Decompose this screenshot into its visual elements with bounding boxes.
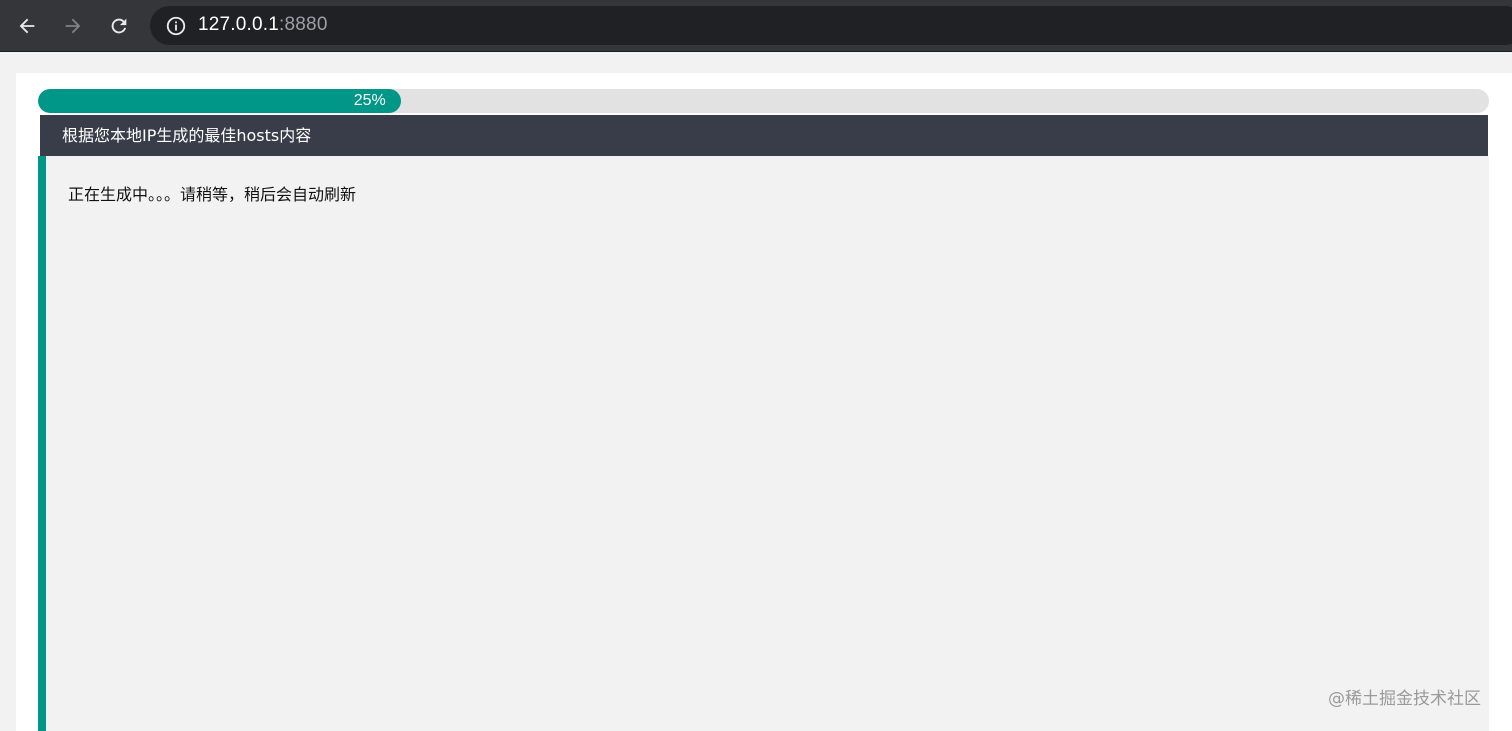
- page-content: 25% 根据您本地IP生成的最佳hosts内容 正在生成中。。。请稍等，稍后会自…: [16, 73, 1512, 731]
- address-bar[interactable]: 127.0.0.1:8880: [150, 6, 1512, 45]
- arrow-left-icon: [19, 18, 35, 34]
- card-body: 正在生成中。。。请稍等，稍后会自动刷新: [38, 156, 1489, 731]
- back-button[interactable]: [11, 10, 43, 42]
- url-text[interactable]: 127.0.0.1:8880: [198, 14, 328, 36]
- card-title: 根据您本地IP生成的最佳hosts内容: [62, 126, 312, 145]
- card-header: 根据您本地IP生成的最佳hosts内容: [40, 115, 1488, 156]
- info-icon[interactable]: [165, 15, 187, 37]
- arrow-right-icon: [65, 18, 81, 34]
- reload-button[interactable]: [103, 10, 135, 42]
- reload-icon: [111, 18, 127, 34]
- browser-toolbar: 127.0.0.1:8880: [0, 0, 1512, 52]
- url-host: 127.0.0.1: [198, 14, 280, 35]
- url-port: :8880: [279, 14, 328, 35]
- forward-button[interactable]: [57, 10, 89, 42]
- progress-label: 25%: [353, 92, 386, 109]
- progress-fill: 25%: [38, 89, 401, 113]
- progress-bar: 25%: [38, 89, 1489, 113]
- status-message: 正在生成中。。。请稍等，稍后会自动刷新: [68, 185, 357, 204]
- watermark: @稀土掘金技术社区: [1328, 689, 1481, 709]
